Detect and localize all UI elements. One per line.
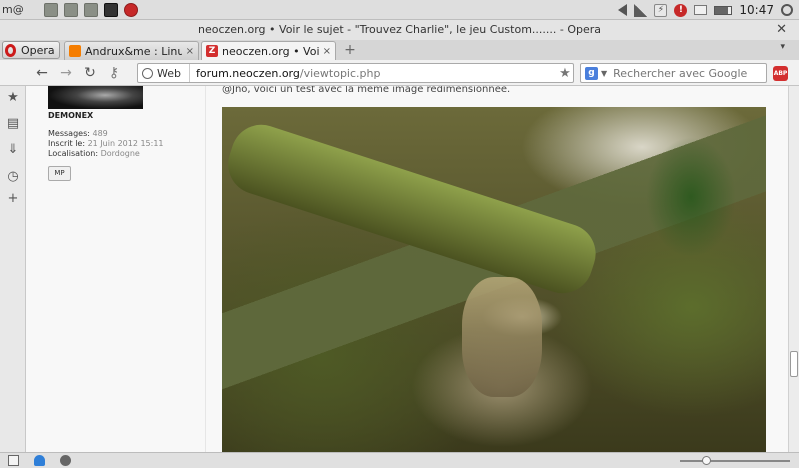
page-content: DEMONEX Messages: 489 Inscrit le: 21 Jui…: [26, 86, 788, 452]
url-path: /viewtopic.php: [299, 66, 381, 80]
window-titlebar[interactable]: neoczen.org • Voir le sujet - "Trouvez C…: [0, 20, 799, 40]
opera-unite-cloud-icon[interactable]: [34, 455, 45, 466]
author-joined: Inscrit le: 21 Juin 2012 15:11: [48, 139, 164, 148]
tab-neoczen[interactable]: Z neoczen.org • Voir... ×: [201, 41, 336, 60]
tab-close-icon[interactable]: ×: [186, 46, 194, 57]
launcher-settings-icon[interactable]: [84, 2, 98, 17]
neoczen-icon: Z: [206, 45, 218, 57]
navigation-bar: ← → ↻ ⚷ Web forum.neoczen.org/viewtopic.…: [0, 60, 799, 86]
window-close-button[interactable]: ✕: [776, 20, 787, 40]
tab-label: neoczen.org • Voir...: [222, 44, 319, 58]
bookmark-star-icon[interactable]: ★: [557, 66, 573, 81]
tab-bar: Opera Andrux&me : Linu... × Z neoczen.or…: [0, 40, 799, 60]
tab-list-chevron-down-icon[interactable]: ▾: [780, 42, 785, 52]
messages-label: Messages:: [48, 129, 90, 138]
private-message-button[interactable]: MP: [48, 166, 71, 181]
window-title: neoczen.org • Voir le sujet - "Trouvez C…: [197, 23, 602, 36]
post-image: [222, 107, 766, 452]
messages-value[interactable]: 489: [92, 129, 107, 138]
google-icon[interactable]: g: [585, 66, 598, 80]
photo-fallen-tree: [222, 117, 604, 302]
opera-menu-label: Opera: [21, 43, 55, 57]
new-tab-button[interactable]: +: [342, 42, 358, 58]
tab-andruxme[interactable]: Andrux&me : Linu... ×: [64, 41, 199, 60]
launcher-terminal-icon[interactable]: [104, 2, 118, 17]
search-input[interactable]: [613, 66, 764, 80]
session-gear-icon[interactable]: [781, 4, 793, 16]
vertical-scrollbar[interactable]: [788, 86, 799, 452]
system-menu-button[interactable]: m@: [2, 3, 44, 16]
tab-close-icon[interactable]: ×: [323, 46, 331, 57]
mail-icon[interactable]: [694, 5, 708, 15]
avatar[interactable]: [48, 86, 143, 109]
history-clock-icon[interactable]: ◷: [6, 170, 20, 184]
wand-key-icon[interactable]: ⚷: [105, 64, 123, 82]
adblock-plus-icon[interactable]: ABP: [773, 66, 788, 81]
turbo-icon[interactable]: [60, 455, 71, 466]
joined-value: 21 Juin 2012 15:11: [87, 139, 164, 148]
opera-menu-button[interactable]: Opera: [2, 41, 60, 59]
side-panel: ★ ▤ ⇓ ◷ +: [0, 86, 26, 452]
panel-toggle-icon[interactable]: [8, 455, 19, 466]
vertical-scrollbar-thumb[interactable]: [790, 351, 798, 377]
site-info-badge[interactable]: Web: [138, 64, 190, 82]
author-messages: Messages: 489: [48, 129, 108, 138]
zoom-slider-handle[interactable]: [702, 456, 711, 465]
location-value: Dordogne: [100, 149, 140, 158]
add-panel-icon[interactable]: +: [6, 192, 20, 206]
battery-icon[interactable]: [714, 5, 733, 15]
blogger-icon: [69, 45, 81, 57]
forward-arrow-icon[interactable]: →: [57, 64, 75, 82]
notes-icon[interactable]: ▤: [6, 117, 20, 131]
launcher-opera-icon[interactable]: [124, 2, 138, 17]
system-tray: ⚡ ! 10:47: [618, 0, 793, 20]
launcher-files-icon[interactable]: [44, 2, 58, 17]
site-info-label: Web: [157, 66, 181, 80]
zoom-slider[interactable]: [680, 460, 790, 462]
username[interactable]: DEMONEX: [48, 111, 93, 120]
back-arrow-icon[interactable]: ←: [33, 64, 51, 82]
downloads-icon[interactable]: ⇓: [6, 143, 20, 157]
post-author-column: DEMONEX Messages: 489 Inscrit le: 21 Jui…: [26, 86, 206, 452]
globe-icon: [142, 67, 153, 79]
reload-icon[interactable]: ↻: [81, 64, 99, 82]
network-signal-icon[interactable]: [634, 3, 648, 17]
search-engine-chevron-down-icon[interactable]: ▼: [601, 69, 607, 78]
post-body-text: @Jno, voici un test avec la même image r…: [222, 86, 511, 95]
opera-logo-icon: [5, 43, 16, 57]
address-field[interactable]: Web forum.neoczen.org/viewtopic.php ★: [137, 63, 574, 83]
opera-notification-icon[interactable]: !: [674, 3, 688, 17]
status-bar: [0, 452, 799, 468]
tab-label: Andrux&me : Linu...: [85, 44, 182, 58]
search-field[interactable]: g ▼: [580, 63, 767, 83]
author-location: Localisation: Dordogne: [48, 149, 140, 158]
power-plug-icon[interactable]: ⚡: [654, 3, 668, 17]
pm-label: MP: [54, 169, 65, 177]
photo-fern: [646, 137, 736, 257]
url-host: forum.neoczen.org: [195, 66, 300, 80]
launcher-editor-icon[interactable]: [64, 2, 78, 17]
photo-stream: [462, 277, 542, 397]
volume-icon[interactable]: [618, 4, 628, 16]
clock[interactable]: 10:47: [739, 3, 774, 17]
location-label: Localisation:: [48, 149, 99, 158]
bookmarks-star-icon[interactable]: ★: [6, 91, 20, 105]
system-panel: m@ ⚡ ! 10:47: [0, 0, 799, 20]
url-text[interactable]: forum.neoczen.org/viewtopic.php: [190, 67, 557, 80]
joined-label: Inscrit le:: [48, 139, 86, 148]
